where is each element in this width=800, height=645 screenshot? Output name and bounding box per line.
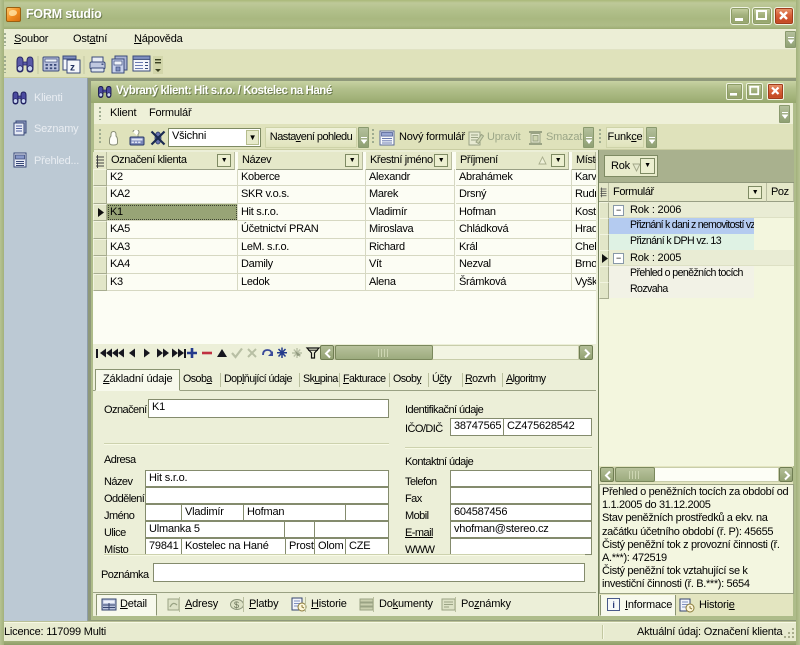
svg-text:$: $ [234, 600, 239, 610]
svg-text:z: z [70, 63, 75, 74]
